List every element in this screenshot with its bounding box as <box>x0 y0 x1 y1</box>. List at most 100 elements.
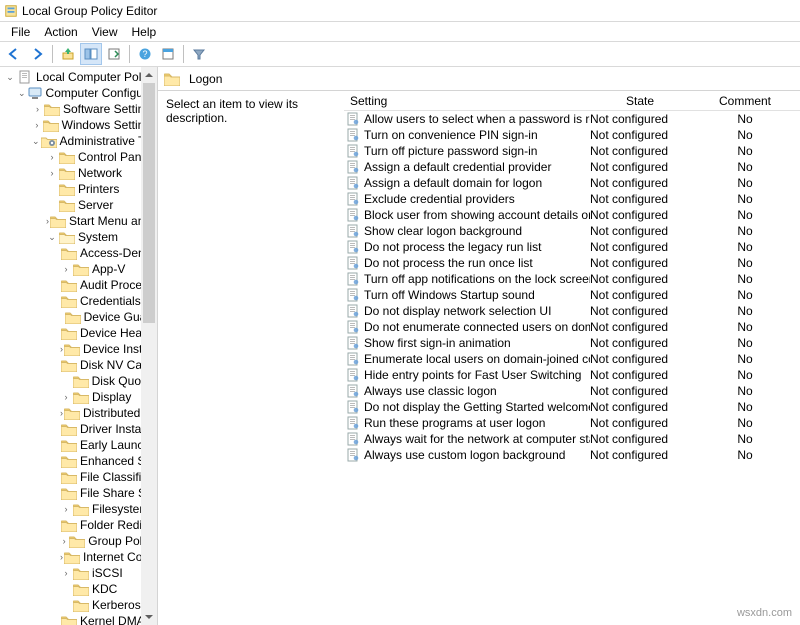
export-list-button[interactable] <box>103 43 125 65</box>
list-item[interactable]: Enumerate local users on domain-joined c… <box>344 351 800 367</box>
list-item[interactable]: Allow users to select when a password is… <box>344 111 800 127</box>
list-item[interactable]: Do not display network selection UINot c… <box>344 303 800 319</box>
expander-closed-icon[interactable]: › <box>46 215 49 227</box>
forward-button[interactable] <box>26 43 48 65</box>
list-item[interactable]: Do not process the legacy run listNot co… <box>344 239 800 255</box>
tree-scroll[interactable]: ⌄Local Computer Policy⌄Computer Configur… <box>0 67 157 625</box>
expander-closed-icon[interactable]: › <box>60 263 72 275</box>
tree-node-disk-nv-cache[interactable]: Disk NV Cache <box>4 357 157 373</box>
tree-node-distributed-com[interactable]: ›Distributed COM <box>4 405 157 421</box>
expander-closed-icon[interactable]: › <box>60 535 68 547</box>
up-button[interactable] <box>57 43 79 65</box>
tree-node-windows-settings[interactable]: ›Windows Settings <box>4 117 157 133</box>
list-item[interactable]: Exclude credential providersNot configur… <box>344 191 800 207</box>
show-hide-tree-button[interactable] <box>80 43 102 65</box>
back-button[interactable] <box>3 43 25 65</box>
tree-node-iscsi[interactable]: ›iSCSI <box>4 565 157 581</box>
expander-closed-icon[interactable]: › <box>60 391 72 403</box>
setting-comment: No <box>737 416 752 430</box>
tree-node-disk-quotas[interactable]: Disk Quotas <box>4 373 157 389</box>
expander-closed-icon[interactable]: › <box>46 151 58 163</box>
menu-help[interactable]: Help <box>125 24 164 40</box>
expander-open-icon[interactable]: ⌄ <box>32 135 40 147</box>
list-body[interactable]: Allow users to select when a password is… <box>344 111 800 463</box>
scroll-down-icon[interactable] <box>141 609 157 625</box>
expander-closed-icon[interactable]: › <box>60 567 72 579</box>
expander-closed-icon[interactable]: › <box>60 503 72 515</box>
tree-node-early-launch-antima[interactable]: Early Launch Antima <box>4 437 157 453</box>
list-item[interactable]: Assign a default domain for logonNot con… <box>344 175 800 191</box>
expander-open-icon[interactable]: ⌄ <box>4 71 16 83</box>
tree-node-enhanced-storage-a[interactable]: Enhanced Storage A <box>4 453 157 469</box>
list-item[interactable]: Do not process the run once listNot conf… <box>344 255 800 271</box>
list-item[interactable]: Always use classic logonNot configuredNo <box>344 383 800 399</box>
tree-node-device-guard[interactable]: Device Guard <box>4 309 157 325</box>
help-button[interactable]: ? <box>134 43 156 65</box>
list-item[interactable]: Always use custom logon backgroundNot co… <box>344 447 800 463</box>
list-item[interactable]: Assign a default credential providerNot … <box>344 159 800 175</box>
scroll-up-icon[interactable] <box>141 67 157 83</box>
list-item[interactable]: Turn off app notifications on the lock s… <box>344 271 800 287</box>
list-item[interactable]: Show first sign-in animationNot configur… <box>344 335 800 351</box>
tree-node-internet-communic[interactable]: ›Internet Communic <box>4 549 157 565</box>
tree-node-file-classification-in[interactable]: File Classification In <box>4 469 157 485</box>
col-state-header[interactable]: State <box>590 94 690 108</box>
col-setting-header[interactable]: Setting <box>344 94 590 108</box>
tree-node-server[interactable]: Server <box>4 197 157 213</box>
tree-node-network[interactable]: ›Network <box>4 165 157 181</box>
tree-node-display[interactable]: ›Display <box>4 389 157 405</box>
tree-node-kerberos[interactable]: Kerberos <box>4 597 157 613</box>
tree-node-printers[interactable]: Printers <box>4 181 157 197</box>
tree-node-system[interactable]: ⌄System <box>4 229 157 245</box>
folder-icon <box>73 566 89 580</box>
expander-closed-icon[interactable]: › <box>60 407 63 419</box>
tree-node-folder-redirection[interactable]: Folder Redirection <box>4 517 157 533</box>
col-comment-header[interactable]: Comment <box>690 94 800 108</box>
menu-file[interactable]: File <box>4 24 37 40</box>
expander-open-icon[interactable]: ⌄ <box>18 87 26 99</box>
tree-node-audit-process-creati[interactable]: Audit Process Creati <box>4 277 157 293</box>
tree-node-kernel-dma-protect[interactable]: Kernel DMA Protect <box>4 613 157 625</box>
expander-closed-icon[interactable]: › <box>60 343 63 355</box>
tree-scrollbar[interactable] <box>141 67 157 625</box>
properties-button[interactable] <box>157 43 179 65</box>
list-item[interactable]: Run these programs at user logonNot conf… <box>344 415 800 431</box>
list-header[interactable]: Setting State Comment <box>344 91 800 111</box>
list-item[interactable]: Turn off Windows Startup soundNot config… <box>344 287 800 303</box>
tree-node-file-share-shadow-c[interactable]: File Share Shadow C <box>4 485 157 501</box>
tree-node-software-settings[interactable]: ›Software Settings <box>4 101 157 117</box>
tree-node-group-policy[interactable]: ›Group Policy <box>4 533 157 549</box>
expander-closed-icon[interactable]: › <box>46 167 58 179</box>
menu-action[interactable]: Action <box>37 24 84 40</box>
menu-view[interactable]: View <box>85 24 125 40</box>
tree-node-device-health-attest[interactable]: Device Health Attest <box>4 325 157 341</box>
list-item[interactable]: Do not display the Getting Started welco… <box>344 399 800 415</box>
tree-node-filesystem[interactable]: ›Filesystem <box>4 501 157 517</box>
expander-open-icon[interactable]: ⌄ <box>46 231 58 243</box>
filter-button[interactable] <box>188 43 210 65</box>
list-item[interactable]: Block user from showing account details … <box>344 207 800 223</box>
expander-closed-icon[interactable]: › <box>60 551 63 563</box>
expander-closed-icon[interactable]: › <box>32 119 42 131</box>
list-item[interactable]: Do not enumerate connected users on doma… <box>344 319 800 335</box>
list-item[interactable]: Turn on convenience PIN sign-inNot confi… <box>344 127 800 143</box>
tree-node-app-v[interactable]: ›App-V <box>4 261 157 277</box>
scroll-track[interactable] <box>141 83 157 609</box>
tree-node-control-panel[interactable]: ›Control Panel <box>4 149 157 165</box>
expander-closed-icon[interactable]: › <box>32 103 43 115</box>
list-item[interactable]: Turn off picture password sign-inNot con… <box>344 143 800 159</box>
tree-node-device-installation[interactable]: ›Device Installation <box>4 341 157 357</box>
setting-name: Show clear logon background <box>364 224 522 238</box>
list-item[interactable]: Hide entry points for Fast User Switchin… <box>344 367 800 383</box>
tree-node-administrative-templates[interactable]: ⌄Administrative Templates <box>4 133 157 149</box>
tree-node-root[interactable]: ⌄Local Computer Policy <box>4 69 157 85</box>
tree-node-computer-configuration[interactable]: ⌄Computer Configuration <box>4 85 157 101</box>
list-item[interactable]: Always wait for the network at computer … <box>344 431 800 447</box>
scroll-thumb[interactable] <box>143 83 155 323</box>
tree-node-access-denied-assis[interactable]: Access-Denied Assis <box>4 245 157 261</box>
tree-node-driver-installation[interactable]: Driver Installation <box>4 421 157 437</box>
tree-node-credentials-delegati[interactable]: Credentials Delegati <box>4 293 157 309</box>
tree-node-start-menu-and-taskbar[interactable]: ›Start Menu and Taskbar <box>4 213 157 229</box>
tree-node-kdc[interactable]: KDC <box>4 581 157 597</box>
list-item[interactable]: Show clear logon backgroundNot configure… <box>344 223 800 239</box>
